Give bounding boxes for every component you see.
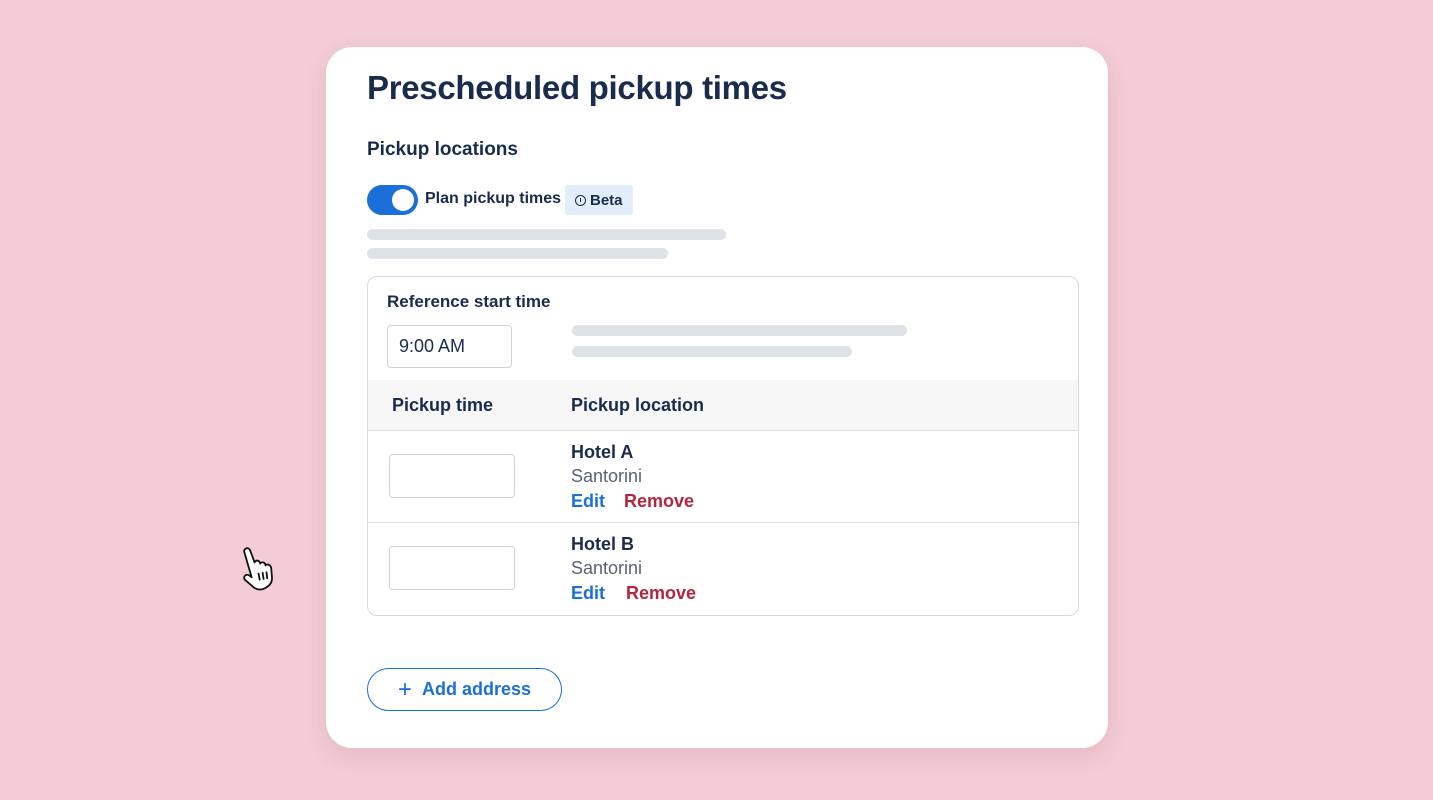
remove-link[interactable]: Remove <box>626 583 696 604</box>
toggle-knob <box>392 189 414 211</box>
table-row: Hotel B Santorini Edit Remove <box>368 523 1078 615</box>
beta-badge: Beta <box>565 185 633 215</box>
edit-link[interactable]: Edit <box>571 583 605 604</box>
section-title: Pickup locations <box>367 139 518 160</box>
column-header-pickup-location: Pickup location <box>571 395 705 415</box>
add-address-label: Add address <box>421 679 532 699</box>
reference-placeholder-line-1 <box>572 325 907 336</box>
reference-placeholder-line-2 <box>572 346 852 357</box>
pickup-schedule-panel: Reference start time Pickup time Pickup … <box>367 276 1079 616</box>
location-name: Hotel B <box>571 534 634 554</box>
page-title: Prescheduled pickup times <box>367 69 787 106</box>
toggle-label: Plan pickup times <box>425 190 562 207</box>
plan-pickup-times-toggle[interactable] <box>367 185 418 215</box>
pickup-time-input[interactable] <box>389 546 515 590</box>
table-row: Hotel A Santorini Edit Remove <box>368 431 1078 523</box>
description-placeholder-line-2 <box>367 248 668 259</box>
add-address-button[interactable]: + Add address <box>367 668 562 711</box>
beta-badge-label: Beta <box>590 191 623 209</box>
description-placeholder-line-1 <box>367 229 726 240</box>
column-header-pickup-time: Pickup time <box>392 395 494 415</box>
pickup-times-card: Prescheduled pickup times Pickup locatio… <box>326 47 1108 748</box>
table-header: Pickup time Pickup location <box>368 380 1078 431</box>
reference-start-time-label: Reference start time <box>387 292 551 311</box>
reference-start-time-input[interactable] <box>387 325 512 368</box>
location-city: Santorini <box>571 558 643 578</box>
remove-link[interactable]: Remove <box>624 491 694 512</box>
plus-icon: + <box>397 675 412 703</box>
location-name: Hotel A <box>571 442 634 462</box>
info-icon <box>575 194 586 206</box>
edit-link[interactable]: Edit <box>571 491 605 512</box>
hand-pointer-icon <box>243 547 273 591</box>
pickup-time-input[interactable] <box>389 454 515 498</box>
location-city: Santorini <box>571 466 643 486</box>
